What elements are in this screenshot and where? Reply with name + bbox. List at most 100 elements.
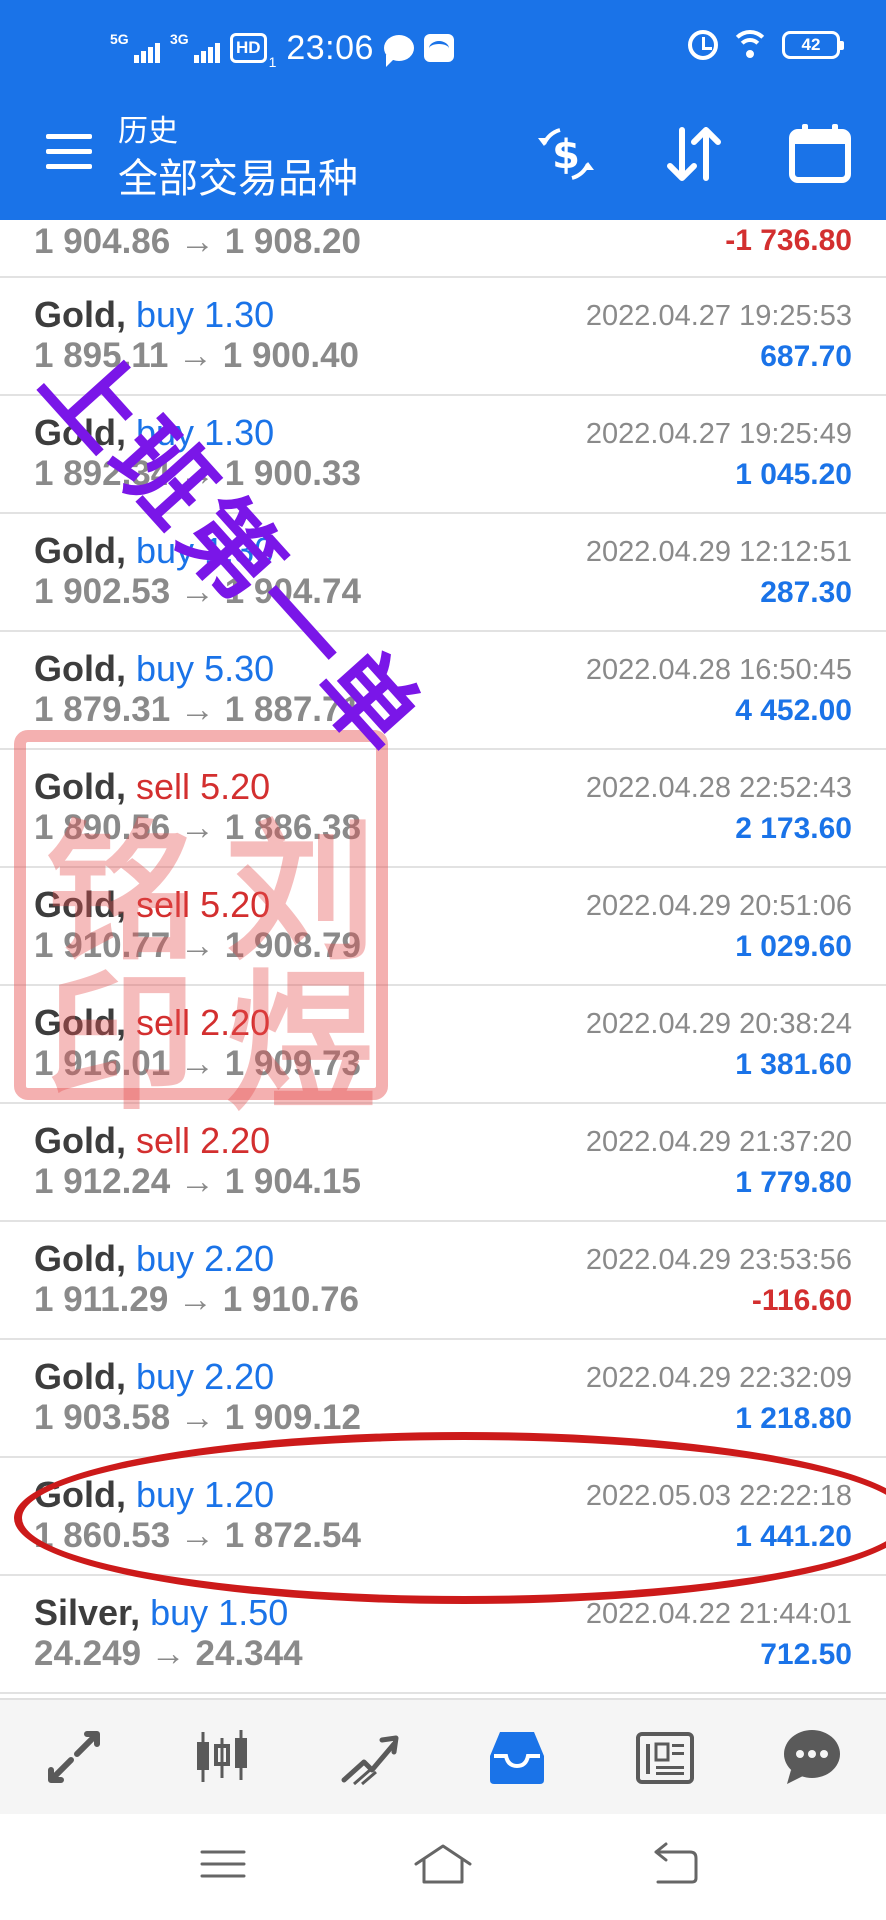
recent-apps-button[interactable] <box>188 1834 258 1894</box>
nav-trade[interactable] <box>295 1700 443 1814</box>
app-subtitle: 历史 <box>118 115 178 148</box>
trade-profit: 2 173.60 <box>735 812 852 845</box>
arrow-icon: → <box>179 222 215 261</box>
nav-news[interactable] <box>591 1700 739 1814</box>
trade-side: buy 1.30 <box>136 294 274 335</box>
side-label: buy <box>136 294 195 335</box>
arrow-icon: → <box>179 1162 215 1201</box>
hd-sub: 1 <box>268 54 277 70</box>
close-price: 24.344 <box>195 1634 303 1673</box>
signal-5g-icon: 5G <box>110 31 160 63</box>
trade-profit: -116.60 <box>751 1284 852 1317</box>
message-bubble-icon <box>383 35 414 67</box>
trade-date: 2022.04.29 20:51:06 <box>585 890 852 922</box>
trade-profit: -1 736.80 <box>725 224 852 257</box>
status-right: 42 <box>688 30 844 60</box>
clock: 23:06 <box>286 28 374 67</box>
status-bar: 5G 3G HD 1 23:06 42 <box>0 0 886 96</box>
trade-side: buy 2.20 <box>136 1238 274 1279</box>
trade-row[interactable]: Gold, buy 2.20 2022.04.29 23:53:56 1 911.2… <box>0 1222 886 1340</box>
symbol-label: Gold, <box>34 1356 126 1397</box>
trade-profit: 4 452.00 <box>735 694 852 727</box>
back-icon <box>654 1842 698 1884</box>
trade-prices: 1 904.86 → 1 908.20 <box>34 222 361 262</box>
side-label: buy <box>150 1592 209 1633</box>
trade-prices: 1 912.24 → 1 904.15 <box>34 1162 361 1202</box>
trade-side: buy 2.20 <box>136 1356 274 1397</box>
volume-label: 2.20 <box>204 1238 275 1279</box>
menu-lines-icon <box>200 1850 246 1878</box>
back-button[interactable] <box>640 1834 710 1894</box>
trade-profit: 1 779.80 <box>735 1166 852 1199</box>
trade-profit: 687.70 <box>760 340 852 373</box>
open-price: 1 879.31 <box>34 690 171 729</box>
trade-date: 2022.04.22 21:44:01 <box>585 1598 852 1630</box>
chart-icon <box>196 1730 247 1782</box>
trade-prices: 24.249 → 24.344 <box>34 1634 303 1674</box>
menu-icon[interactable] <box>46 134 92 170</box>
arrow-icon: → <box>178 336 214 375</box>
app-bar: 历史 全部交易品种 $ <box>0 96 886 220</box>
symbol-label: Gold, <box>34 530 126 571</box>
trade-date: 2022.04.29 21:37:20 <box>585 1126 852 1158</box>
home-button[interactable] <box>408 1834 478 1894</box>
trade-date: 2022.04.28 16:50:45 <box>585 654 852 686</box>
app-title[interactable]: 全部交易品种 <box>118 146 358 204</box>
nav-chart[interactable] <box>148 1700 296 1814</box>
currency-swap-icon[interactable]: $ <box>526 114 606 194</box>
trade-symbol: Gold, buy 2.20 <box>34 1356 274 1398</box>
arrow-icon: → <box>179 690 215 729</box>
open-price: 24.249 <box>34 1634 142 1673</box>
system-nav-bar <box>0 1814 886 1920</box>
nav-chat[interactable] <box>738 1700 886 1814</box>
quotes-icon <box>47 1731 100 1783</box>
sort-icon[interactable] <box>654 114 734 194</box>
arrow-icon: → <box>150 1634 186 1673</box>
open-price: 1 903.58 <box>34 1398 171 1437</box>
alarm-icon <box>688 30 718 60</box>
battery-icon: 42 <box>782 31 844 59</box>
chat-icon <box>784 1730 841 1784</box>
close-price: 1 910.76 <box>222 1280 360 1319</box>
trade-profit: 1 381.60 <box>735 1048 852 1081</box>
hd-icon: HD <box>230 33 267 63</box>
trade-icon <box>341 1735 399 1786</box>
trade-row[interactable]: 1 904.86 → 1 908.20 -1 736.80 <box>0 220 886 278</box>
nav-quotes[interactable] <box>0 1700 148 1814</box>
home-icon <box>414 1844 472 1884</box>
history-icon <box>489 1732 544 1784</box>
trade-date: 2022.04.28 22:52:43 <box>585 772 852 804</box>
side-label: buy <box>136 648 195 689</box>
status-left: 5G 3G HD 1 23:06 <box>110 26 454 70</box>
trade-side: buy 1.50 <box>150 1592 288 1633</box>
calendar-icon[interactable] <box>780 114 860 194</box>
trade-profit: 1 218.80 <box>735 1402 852 1435</box>
trade-date: 2022.04.29 20:38:24 <box>585 1008 852 1040</box>
trade-symbol: Gold, buy 2.20 <box>34 1238 274 1280</box>
trade-symbol: Silver, buy 1.50 <box>34 1592 288 1634</box>
svg-text:$: $ <box>552 132 580 178</box>
trade-date: 2022.04.29 12:12:51 <box>585 536 852 568</box>
signal-label: 5G <box>110 31 129 47</box>
trade-symbol: Gold, buy 5.30 <box>34 648 274 690</box>
open-price: 1 911.29 <box>34 1280 169 1319</box>
trade-prices: 1 911.29 → 1 910.76 <box>34 1280 359 1320</box>
volume-label: 1.50 <box>218 1592 289 1633</box>
trade-profit: 287.30 <box>760 576 852 609</box>
symbol-label: Gold, <box>34 648 126 689</box>
nav-history[interactable] <box>443 1700 591 1814</box>
open-price: 1 912.24 <box>34 1162 171 1201</box>
trade-symbol: Gold, buy 1.30 <box>34 294 274 336</box>
trade-date: 2022.04.27 19:25:53 <box>585 300 852 332</box>
close-price: 1 900.40 <box>222 336 360 375</box>
trade-date: 2022.04.27 19:25:49 <box>585 418 852 450</box>
symbol-label: Gold, <box>34 1238 126 1279</box>
volume-label: 2.20 <box>204 1356 275 1397</box>
trade-date: 2022.04.29 22:32:09 <box>585 1362 852 1394</box>
bottom-nav <box>0 1698 886 1814</box>
trade-date: 2022.04.29 23:53:56 <box>585 1244 852 1276</box>
arrow-icon: → <box>179 1398 215 1437</box>
signal-3g-icon: 3G <box>170 31 220 63</box>
notification-icon <box>423 34 454 62</box>
signal-label: 3G <box>170 31 189 47</box>
